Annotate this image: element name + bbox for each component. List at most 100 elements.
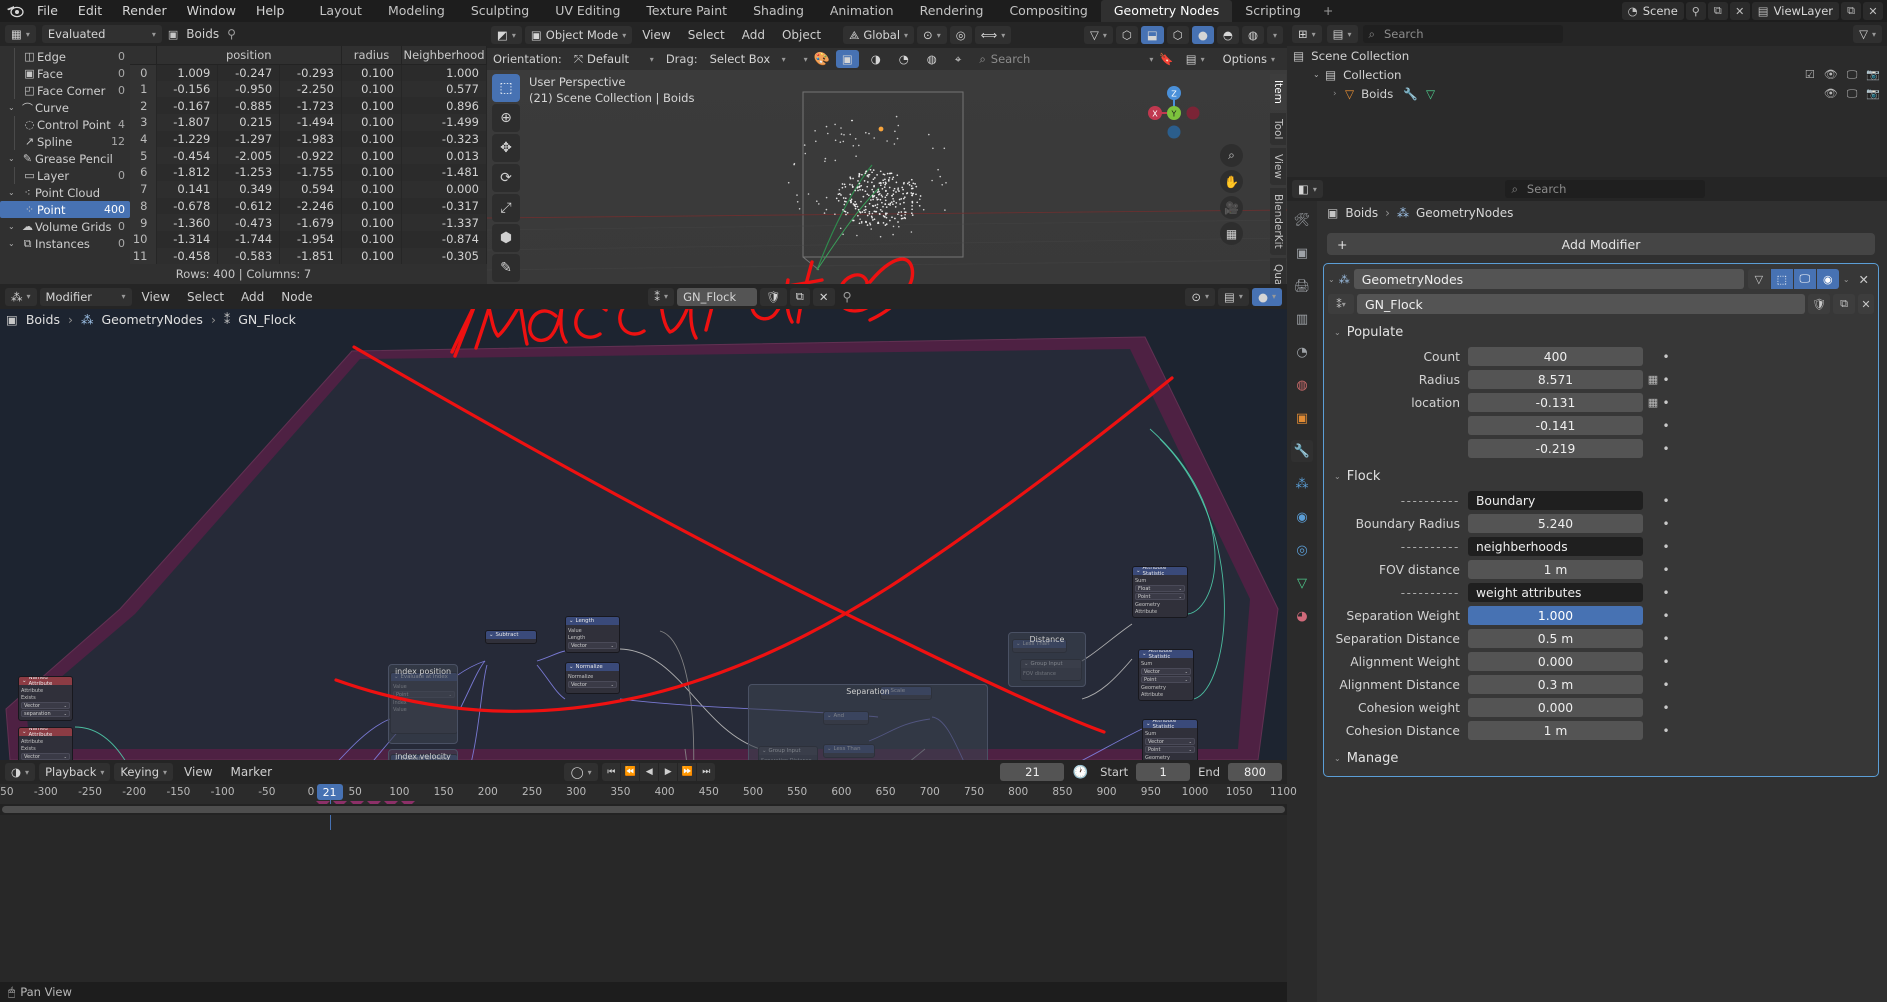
modifier-extras-icon[interactable]: ⌄ xyxy=(1843,275,1850,284)
node-group-browse-icon[interactable]: ⁑ ▾ xyxy=(1328,294,1354,314)
tab-constraints[interactable]: ◎ xyxy=(1291,539,1313,561)
orientation-selector[interactable]: ⤧ Default ▾ xyxy=(567,50,660,68)
disclosure-triangle-icon[interactable]: ⌄ xyxy=(8,239,20,248)
node-field[interactable]: Vector ⌄ xyxy=(21,753,70,760)
shading-rendered[interactable]: ◍ xyxy=(1241,26,1264,44)
spreadsheet-row[interactable]: 5 -0.454 -2.005 -0.922 0.100 0.013 xyxy=(130,147,487,165)
property-decorator-dot[interactable]: • xyxy=(1660,586,1672,600)
spreadsheet-domain-edge[interactable]: ◫ Edge 0 xyxy=(0,48,130,65)
disclosure-triangle-icon[interactable]: ⌄ xyxy=(8,188,20,197)
viewport-filter-icon[interactable]: ▽ ▾ xyxy=(1084,26,1113,44)
node-field[interactable]: Float ⌄ xyxy=(1135,585,1185,592)
node-shading-icon[interactable]: ● ▾ xyxy=(1251,287,1282,306)
end-frame-field[interactable]: 800 xyxy=(1228,763,1283,781)
eye-icon[interactable]: 👁 xyxy=(1824,68,1838,82)
toggle-perspective-icon[interactable]: ▦ xyxy=(1220,222,1243,245)
property-value[interactable]: -0.219 xyxy=(1468,439,1643,458)
viewport-editor-type[interactable]: ◩ ▾ xyxy=(491,26,522,44)
menu-edit[interactable]: Edit xyxy=(68,0,112,22)
timeline-ruler[interactable]: -350 -300 -250 -200 -150 -100 -50 0 50 100 150 200 2… xyxy=(0,784,1297,830)
node-attribute-statistic[interactable]: ⌄ Attribute Statistic Sum Float ⌄ Point ⌄ Geome… xyxy=(1132,566,1188,618)
spreadsheet-row[interactable]: 10 -1.314 -1.744 -1.954 0.100 -0.874 xyxy=(130,230,487,248)
node-menu-node[interactable]: Node xyxy=(274,290,319,304)
tool-select-box[interactable]: ⬚ xyxy=(492,74,520,102)
object-mode-selector[interactable]: ▣ Object Mode ▾ xyxy=(524,26,633,44)
properties-section-populate[interactable]: ⌄ Populate xyxy=(1328,320,1874,344)
mode-paint-icon[interactable]: ◔ xyxy=(892,50,915,68)
property-value[interactable]: 1.000 xyxy=(1468,606,1643,625)
viewport-menu-object[interactable]: Object xyxy=(775,28,828,42)
property-value[interactable]: 0.5 m xyxy=(1468,629,1643,648)
spreadsheet-domain-curve[interactable]: ⌄ ⌒ Curve xyxy=(0,99,130,116)
navigation-gizmo[interactable]: Z X Y xyxy=(1143,82,1205,144)
workspace-tab-uv-editing[interactable]: UV Editing xyxy=(542,0,633,22)
zoom-icon[interactable]: ⌕ xyxy=(1220,144,1243,167)
spreadsheet-domain-face[interactable]: ▣ Face 0 xyxy=(0,65,130,82)
node-frame-distance[interactable]: Distance xyxy=(1008,632,1086,687)
tab-tool[interactable]: 🛠 xyxy=(1291,209,1313,231)
node-attribute-statistic[interactable]: ⌄ Attribute Statistic Sum Vector ⌄ Point ⌄ Geom… xyxy=(1142,719,1198,760)
tool-cursor[interactable]: ⊕ xyxy=(492,104,520,132)
node-header[interactable]: ⌄ Named Attribute xyxy=(19,728,72,738)
modifier-wrench-icon[interactable]: 🔧 xyxy=(1403,87,1418,101)
jump-to-start-button[interactable]: ⏮ xyxy=(602,763,621,781)
spreadsheet-row[interactable]: 0 1.009 -0.247 -0.293 0.100 1.000 xyxy=(130,64,487,81)
timeline-menu-playback[interactable]: Playback ▾ xyxy=(39,763,111,781)
spreadsheet-row[interactable]: 4 -1.229 -1.297 -1.983 0.100 -0.323 xyxy=(130,130,487,148)
sidebar-tab-blenderkit[interactable]: BlenderKit xyxy=(1270,188,1286,255)
scene-new-icon[interactable]: ⧉ xyxy=(1707,2,1728,20)
drag-selector[interactable]: Select Box ▾ xyxy=(703,50,792,68)
modifier-name-field[interactable]: GeometryNodes xyxy=(1353,269,1744,289)
disclosure-triangle-icon[interactable]: ⌄ xyxy=(8,103,20,112)
mode-world-icon[interactable]: ◍ xyxy=(920,50,943,68)
outliner-display-mode[interactable]: ▤ ▾ xyxy=(1326,25,1358,43)
spreadsheet-domain-point-cloud[interactable]: ⌄ ⁖ Point Cloud xyxy=(0,184,130,201)
viewlayer-selector[interactable]: ▤ ViewLayer xyxy=(1751,2,1839,20)
spreadsheet-row[interactable]: 1 -0.156 -0.950 -2.250 0.100 0.577 xyxy=(130,80,487,98)
property-decorator-dot[interactable]: • xyxy=(1660,701,1672,715)
outliner-search-input[interactable]: ⌕ Search xyxy=(1362,25,1563,43)
timeline-scrollbar-thumb[interactable] xyxy=(2,806,1285,813)
timeline-menu-keying[interactable]: Keying ▾ xyxy=(114,763,174,781)
node-field[interactable]: Normalize xyxy=(568,673,617,680)
node-named-attribute[interactable]: ⌄ Named Attribute Attribute Exists Vector ⌄ se… xyxy=(18,676,73,721)
property-value[interactable]: weight attributes xyxy=(1468,583,1643,602)
property-value[interactable]: 400 xyxy=(1468,347,1643,366)
tool-transform[interactable]: ⬢ xyxy=(492,224,520,252)
timeline-editor-type[interactable]: ◑ ▾ xyxy=(5,763,36,781)
color-wheel-icon[interactable]: 🎨 xyxy=(814,52,830,67)
workspace-tab-modeling[interactable]: Modeling xyxy=(375,0,458,22)
property-value[interactable]: Boundary xyxy=(1468,491,1643,510)
monitor-icon[interactable]: 🖵 xyxy=(1847,87,1858,101)
node-field[interactable]: Vector ⌄ xyxy=(1145,738,1195,745)
property-value[interactable]: 1 m xyxy=(1468,721,1643,740)
camera-view-icon[interactable]: 🎥 xyxy=(1220,196,1243,219)
node-overlays-icon[interactable]: ▤ ▾ xyxy=(1218,287,1249,306)
viewport-menu-select[interactable]: Select xyxy=(681,28,732,42)
node-group-unlink-icon[interactable]: ✕ xyxy=(1858,294,1874,314)
workspace-tab-animation[interactable]: Animation xyxy=(817,0,907,22)
node-field[interactable]: Attribute xyxy=(21,687,70,694)
outliner-item-collection[interactable]: ⌄ ▤ Collection ☑ 👁 🖵 📷 xyxy=(1287,65,1887,84)
breadcrumb-modifier[interactable]: GeometryNodes xyxy=(1416,206,1513,220)
node-group-shield-icon[interactable]: 🛡 xyxy=(760,287,787,306)
node-frame-index-position[interactable]: index position xyxy=(388,664,458,744)
property-decorator-dot[interactable]: • xyxy=(1660,350,1672,364)
snap-toggle[interactable]: ⊙ ▾ xyxy=(917,26,947,44)
workspace-tab-layout[interactable]: Layout xyxy=(306,0,375,22)
tab-scene[interactable]: ◔ xyxy=(1291,341,1313,363)
property-value[interactable]: -0.141 xyxy=(1468,416,1643,435)
property-value[interactable]: neighberhoods xyxy=(1468,537,1643,556)
property-value[interactable]: 1 m xyxy=(1468,560,1643,579)
node-group-unlink-icon[interactable]: ✕ xyxy=(812,287,835,306)
toggle-render-icon[interactable]: ◉ xyxy=(1816,269,1839,289)
toggle-realtime-edit-icon[interactable]: ⬚ xyxy=(1770,269,1793,289)
animate-decorator-icon[interactable]: ▦ xyxy=(1646,394,1660,412)
snap-node-icon[interactable]: ⊙ ▾ xyxy=(1185,287,1216,306)
node-field[interactable]: Vector ⌄ xyxy=(1141,668,1191,675)
mesh-data-icon[interactable]: ▽ xyxy=(1426,87,1435,101)
node-field[interactable]: Attribute xyxy=(21,738,70,745)
spreadsheet-domain-face-corner[interactable]: ◰ Face Corner 0 xyxy=(0,82,130,99)
overlay-toggle[interactable]: ⬡ xyxy=(1115,26,1138,44)
proportional-falloff-selector[interactable]: ⟺ ▾ xyxy=(974,26,1012,44)
